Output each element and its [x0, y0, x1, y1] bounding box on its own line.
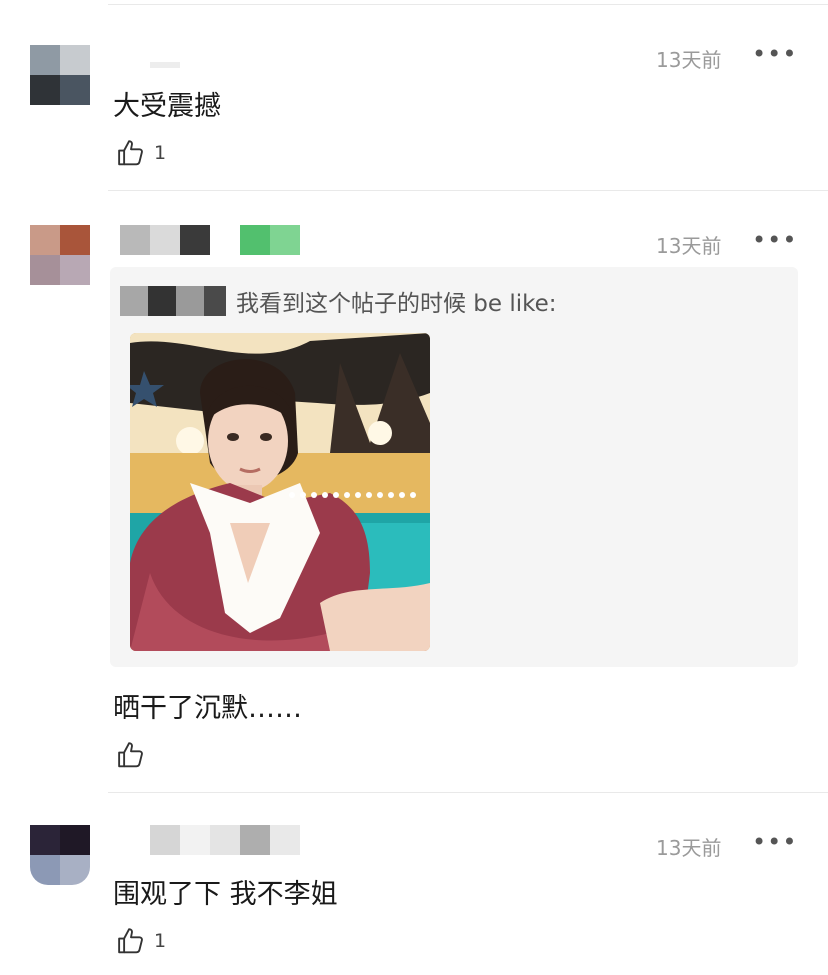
comment-text: 大受震撼 [113, 91, 221, 122]
comment-divider [108, 792, 828, 793]
quoted-username-blurred [120, 286, 226, 316]
comment-divider [108, 190, 828, 191]
avatar[interactable] [30, 225, 90, 285]
quoted-meme-image[interactable] [130, 333, 430, 651]
comment-text: 晒干了沉默…… [113, 693, 302, 724]
quoted-text: 我看到这个帖子的时候 be like: [236, 291, 557, 317]
avatar[interactable] [30, 45, 90, 105]
username-blurred[interactable] [120, 225, 210, 255]
like-button[interactable] [116, 740, 154, 770]
meme-photo [130, 333, 430, 651]
avatar[interactable] [30, 825, 90, 885]
like-button[interactable]: 1 [116, 926, 166, 956]
thumbs-up-icon [118, 928, 143, 954]
more-options-icon[interactable]: ••• [752, 42, 797, 66]
quoted-reply[interactable]: 我看到这个帖子的时候 be like: [110, 267, 798, 667]
comment-time: 13天前 [656, 234, 722, 258]
username-blurred[interactable] [150, 825, 300, 855]
quoted-header: 我看到这个帖子的时候 be like: [120, 284, 557, 318]
username-blurred[interactable] [150, 62, 180, 68]
comment-time: 13天前 [656, 48, 722, 72]
like-count: 1 [154, 142, 167, 164]
top-divider [108, 4, 828, 5]
thumbs-up-icon [118, 140, 143, 166]
more-options-icon[interactable]: ••• [752, 228, 797, 252]
like-button[interactable]: 1 [116, 138, 166, 168]
user-badge-blurred [240, 225, 300, 255]
more-options-icon[interactable]: ••• [752, 830, 797, 854]
thumbs-up-icon [118, 742, 143, 768]
like-count: 1 [154, 930, 167, 952]
comment-time: 13天前 [656, 836, 722, 860]
comment-text: 围观了下 我不李姐 [113, 879, 338, 910]
